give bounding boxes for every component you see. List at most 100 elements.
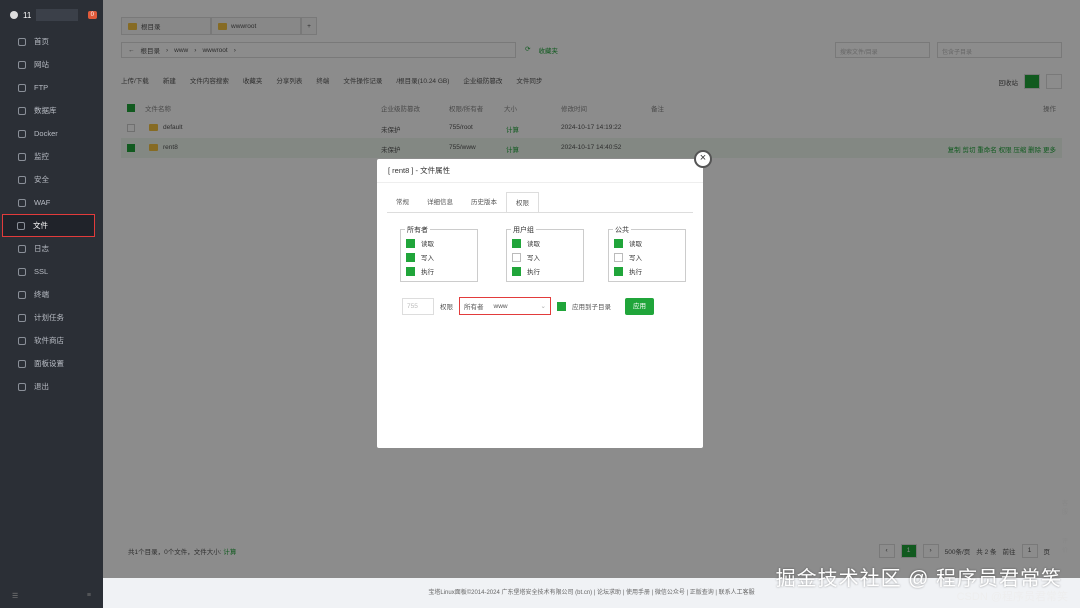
perm-option-label: 执行 [629,269,642,276]
firewall-icon [18,198,26,207]
owner-label: 所有者 [464,304,484,311]
sidebar-item-label: Docker [34,129,58,138]
perm-checkbox[interactable] [406,252,415,262]
terminal-icon [18,290,26,299]
perm-option[interactable]: 执行 [406,266,434,276]
apply-subdir-checkbox[interactable] [557,301,566,311]
sidebar-item-10[interactable]: SSL [0,260,103,283]
sidebar-item-label: 首页 [34,37,49,46]
apply-button[interactable]: 应用 [625,297,654,315]
sidebar-item-label: 日志 [34,244,49,253]
chevron-down-icon: ⌄ [540,303,546,310]
sidebar: 11 0 首页网站 FTP 数据库 Docker 监控安全 WAF 文件日志 SSL 终端计划任… [0,0,103,608]
sidebar-item-label: FTP [34,83,49,92]
perm-option[interactable]: 读取 [512,238,540,248]
sidebar-item-15[interactable]: 退出 [0,375,103,398]
sidebar-item-label: 数据库 [34,106,57,115]
perm-checkbox[interactable] [406,238,415,248]
sidebar-header: 11 0 [0,0,103,30]
sidebar-item-3[interactable]: 数据库 [0,99,103,122]
home-icon [18,37,26,46]
perm-checkbox[interactable] [406,266,415,276]
host-mask [36,9,79,21]
perm-checkbox[interactable] [614,252,623,262]
sidebar-item-7[interactable]: WAF [0,191,103,214]
perm-option[interactable]: 读取 [406,238,434,248]
sidebar-item-label: 计划任务 [34,313,64,322]
store-icon [18,336,26,345]
sidebar-item-label: 软件商店 [34,336,64,345]
sidebar-item-1[interactable]: 网站 [0,53,103,76]
sidebar-item-label: 网站 [34,60,49,69]
folder-icon [17,221,25,230]
host-label: 11 [23,10,32,20]
perm-option[interactable]: 执行 [512,266,540,276]
clock-icon [18,313,26,322]
sidebar-item-label: 面板设置 [34,359,64,368]
file-properties-dialog: × [ rent8 ] - 文件属性 常规 详细信息 历史版本 权限 所有者 读取… [377,150,712,448]
sidebar-item-4[interactable]: Docker [0,122,103,145]
customer-service-link[interactable]: 客服 [1062,500,1072,518]
sidebar-item-8[interactable]: 文件 [2,214,95,237]
panel-logo-icon [10,11,18,19]
perm-checkbox[interactable] [614,238,623,248]
sidebar-item-0[interactable]: 首页 [0,30,103,53]
perm-option[interactable]: 执行 [614,266,642,276]
dialog-tabs: 常规 详细信息 历史版本 权限 [387,192,539,213]
perm-checkbox[interactable] [512,252,521,262]
feedback-link[interactable]: 评价 [1062,538,1072,556]
sidebar-item-label: 安全 [34,175,49,184]
sidebar-item-12[interactable]: 计划任务 [0,306,103,329]
sidebar-item-2[interactable]: FTP [0,76,103,99]
sidebar-item-9[interactable]: 日志 [0,237,103,260]
perm-label: 权限 [440,304,453,311]
perm-option[interactable]: 写入 [614,252,642,262]
globe-icon [18,60,26,69]
owner-value: www [493,302,508,310]
sidebar-item-label: SSL [34,267,49,276]
perm-option[interactable]: 写入 [406,252,434,262]
notification-badge[interactable]: 0 [87,11,97,19]
tab-permissions[interactable]: 权限 [506,192,539,213]
sidebar-item-6[interactable]: 安全 [0,168,103,191]
perm-option-label: 写入 [421,255,434,262]
close-icon[interactable]: × [694,150,712,168]
perm-group-label: 公共 [613,225,631,235]
sidebar-item-11[interactable]: 终端 [0,283,103,306]
perm-option-label: 读取 [421,241,434,248]
sidebar-item-label: WAF [34,198,51,207]
perm-option[interactable]: 写入 [512,252,540,262]
ssl-icon [18,267,26,276]
sidebar-item-5[interactable]: 监控 [0,145,103,168]
perm-checkbox[interactable] [512,266,521,276]
logout-icon [18,382,26,391]
sidebar-footer: ☰ ≡ [12,592,91,600]
perm-value-input[interactable]: 755 [402,297,434,315]
perm-group-label: 用户组 [511,225,536,235]
ftp-icon [18,83,26,92]
perm-option[interactable]: 读取 [614,238,642,248]
perm-group-0: 所有者读取写入执行 [400,225,478,282]
gear-icon [18,359,26,368]
database-icon [18,106,26,115]
perm-checkbox[interactable] [512,238,521,248]
tab-details[interactable]: 详细信息 [418,192,462,213]
collapse-icon[interactable]: ≡ [87,592,91,600]
perm-option-label: 读取 [629,241,642,248]
perm-checkbox[interactable] [614,266,623,276]
sidebar-item-label: 监控 [34,152,49,161]
perm-group-2: 公共读取写入执行 [608,225,686,282]
menu-icon[interactable]: ☰ [12,592,18,600]
permission-row: 755 权限 所有者 www ⌄ 应用到子目录 应用 [402,297,654,315]
tab-history[interactable]: 历史版本 [462,192,506,213]
shield-icon [18,175,26,184]
tab-general[interactable]: 常规 [387,192,418,213]
owner-select[interactable]: 所有者 www ⌄ [459,297,551,315]
perm-group-label: 所有者 [405,225,430,235]
dialog-title: [ rent8 ] - 文件属性 [377,159,703,183]
perm-option-label: 执行 [527,269,540,276]
sidebar-item-14[interactable]: 面板设置 [0,352,103,375]
sidebar-item-label: 文件 [33,221,48,230]
sidebar-item-13[interactable]: 软件商店 [0,329,103,352]
apply-subdir-label: 应用到子目录 [572,304,611,311]
